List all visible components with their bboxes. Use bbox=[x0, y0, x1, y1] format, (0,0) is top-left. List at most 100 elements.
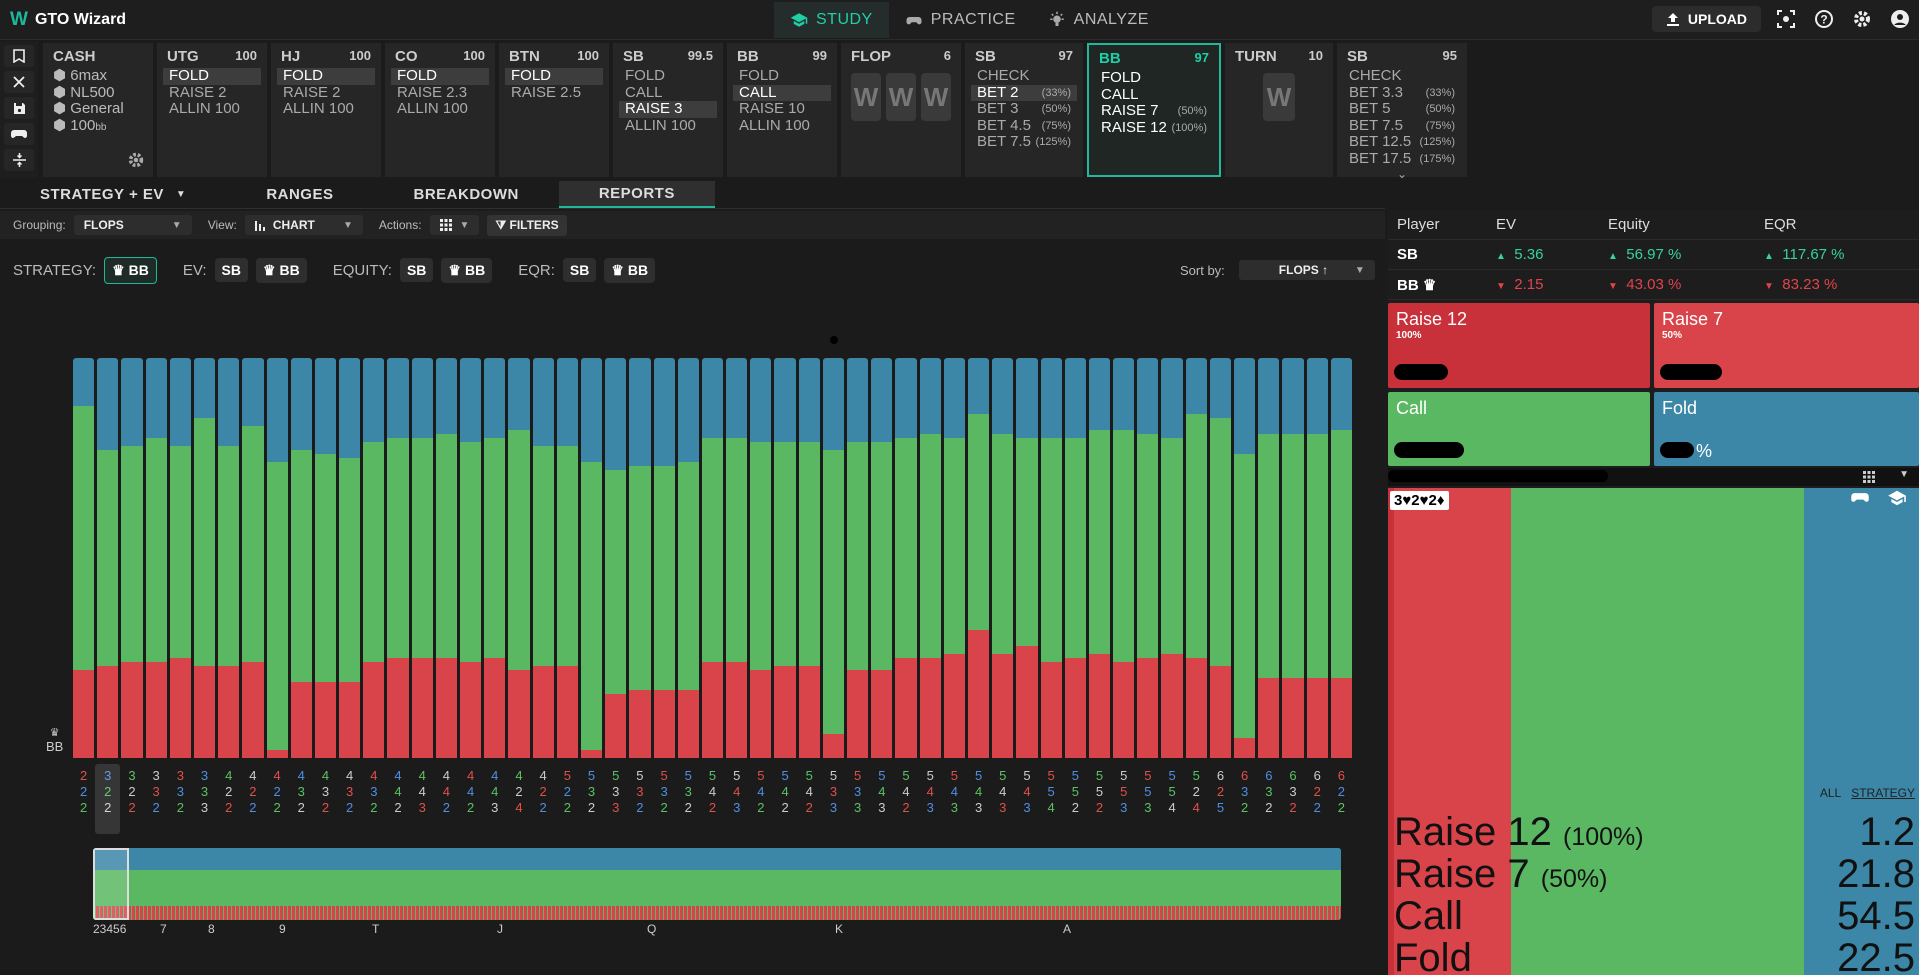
bar-fold[interactable] bbox=[1306, 358, 1328, 434]
bar-fold[interactable] bbox=[750, 358, 772, 442]
tab-strategy-ev[interactable]: STRATEGY + EV ▼ bbox=[0, 181, 226, 208]
action-option[interactable]: CALL bbox=[623, 84, 713, 102]
bar-fold[interactable] bbox=[1209, 358, 1232, 418]
tab-practice[interactable]: PRACTICE bbox=[889, 2, 1032, 38]
bar-call[interactable] bbox=[919, 434, 941, 658]
bar-fold[interactable] bbox=[1064, 358, 1086, 438]
bb-flop-node[interactable]: BB 97 FOLD CALL RAISE 7 (50%) RAISE 12 (100%) bbox=[1087, 43, 1221, 177]
sb-flop-node[interactable]: SB 97 CHECK BET 2 (33%) BET 3 (50%) BET 4.5 (75%… bbox=[965, 43, 1083, 177]
turn-node[interactable]: TURN 10 W bbox=[1225, 43, 1333, 177]
bar-call[interactable] bbox=[629, 466, 651, 690]
bar-raise[interactable] bbox=[1282, 678, 1304, 758]
bar-call[interactable] bbox=[1330, 430, 1352, 678]
action-option[interactable]: BET 7.5 (75%) bbox=[1347, 117, 1457, 135]
action-option[interactable]: ALLIN 100 bbox=[737, 117, 827, 135]
bar-fold[interactable] bbox=[508, 358, 530, 430]
bar-call[interactable] bbox=[580, 462, 603, 750]
bar-fold[interactable] bbox=[967, 358, 990, 414]
bar-fold[interactable] bbox=[1113, 358, 1135, 430]
minimap-rank-label[interactable]: 9 bbox=[279, 922, 286, 936]
bar-raise[interactable] bbox=[750, 670, 772, 758]
bar-raise[interactable] bbox=[943, 654, 965, 758]
bar-call[interactable] bbox=[871, 442, 893, 670]
bar-fold[interactable] bbox=[919, 358, 941, 434]
bar-fold[interactable] bbox=[484, 358, 506, 438]
bookmark-icon[interactable] bbox=[4, 45, 34, 67]
bar-call[interactable] bbox=[750, 442, 772, 670]
bar-raise[interactable] bbox=[411, 658, 433, 758]
bar-fold[interactable] bbox=[411, 358, 433, 438]
flop-card-3[interactable]: W bbox=[921, 73, 951, 121]
node-sb[interactable]: SB 99.5 FOLD CALL RAISE 3 ALLIN 100 bbox=[613, 43, 723, 177]
bar-fold[interactable] bbox=[580, 358, 603, 462]
flop-card-1[interactable]: W bbox=[851, 73, 881, 121]
bar-call[interactable] bbox=[1209, 418, 1232, 666]
bar-fold[interactable] bbox=[798, 358, 820, 442]
bar-raise[interactable] bbox=[847, 670, 869, 758]
action-option[interactable]: ALLIN 100 bbox=[395, 100, 485, 118]
bar-raise[interactable] bbox=[73, 670, 95, 758]
action-option[interactable]: FOLD bbox=[737, 67, 827, 85]
close-icon[interactable] bbox=[4, 71, 34, 93]
bar-fold[interactable] bbox=[822, 358, 845, 450]
account-icon[interactable] bbox=[1887, 6, 1913, 32]
minimap-rank-label[interactable]: 7 bbox=[160, 922, 167, 936]
action-option[interactable]: RAISE 2 bbox=[281, 84, 371, 102]
bar-raise[interactable] bbox=[266, 750, 288, 758]
bar-raise[interactable] bbox=[169, 658, 191, 758]
flops-minimap[interactable] bbox=[93, 848, 1341, 920]
bar-raise[interactable] bbox=[145, 662, 167, 758]
action-option[interactable]: ALLIN 100 bbox=[167, 100, 257, 118]
bar-fold[interactable] bbox=[1088, 358, 1111, 430]
bar-raise[interactable] bbox=[1113, 662, 1135, 758]
action-option[interactable]: BET 3 (50%) bbox=[975, 100, 1073, 118]
bar-raise[interactable] bbox=[532, 666, 554, 758]
bar-raise[interactable] bbox=[1234, 738, 1256, 758]
bar-call[interactable] bbox=[1306, 434, 1328, 678]
grouping-select[interactable]: FLOPS ▼ bbox=[73, 215, 192, 235]
action-box-fold[interactable]: Fold % bbox=[1654, 392, 1919, 466]
bar-raise[interactable] bbox=[1088, 654, 1111, 758]
save-icon[interactable] bbox=[4, 97, 34, 119]
bar-raise[interactable] bbox=[992, 654, 1014, 758]
bar-fold[interactable] bbox=[1185, 358, 1207, 414]
bar-call[interactable] bbox=[290, 450, 312, 682]
action-box-raise-12[interactable]: Raise 12 100% bbox=[1388, 303, 1650, 388]
bar-fold[interactable] bbox=[943, 358, 965, 438]
equity-bb-toggle[interactable]: ♛ BB bbox=[441, 257, 493, 283]
bar-raise[interactable] bbox=[871, 670, 893, 758]
tab-analyze[interactable]: ANALYZE bbox=[1032, 2, 1165, 38]
bar-call[interactable] bbox=[1234, 454, 1256, 738]
gamepad-icon[interactable] bbox=[4, 123, 34, 145]
bar-fold[interactable] bbox=[629, 358, 651, 466]
bar-raise[interactable] bbox=[774, 666, 796, 758]
bar-raise[interactable] bbox=[798, 666, 820, 758]
bar-fold[interactable] bbox=[218, 358, 240, 446]
minimap-rank-label[interactable]: 23456 bbox=[93, 922, 126, 936]
bar-fold[interactable] bbox=[556, 358, 578, 446]
minimap-rank-label[interactable]: 8 bbox=[208, 922, 215, 936]
bar-call[interactable] bbox=[992, 434, 1014, 654]
bar-call[interactable] bbox=[73, 406, 95, 670]
bar-call[interactable] bbox=[653, 466, 675, 690]
bar-call[interactable] bbox=[242, 426, 264, 662]
bar-call[interactable] bbox=[1016, 438, 1038, 646]
node-btn[interactable]: BTN 100 FOLD RAISE 2.5 bbox=[499, 43, 609, 177]
screenshot-icon[interactable] bbox=[1773, 6, 1799, 32]
action-option[interactable]: FOLD bbox=[1099, 69, 1209, 87]
bar-call[interactable] bbox=[266, 462, 288, 750]
bar-fold[interactable] bbox=[653, 358, 675, 466]
compress-icon[interactable] bbox=[4, 149, 34, 171]
action-option[interactable]: BET 12.5 (125%) bbox=[1347, 133, 1457, 151]
game-info-node[interactable]: CASH ⬢ 6max ⬢ NL500 ⬢ General ⬢ 100bb bbox=[43, 43, 153, 177]
bar-call[interactable] bbox=[1040, 438, 1062, 662]
bar-fold[interactable] bbox=[677, 358, 699, 462]
bar-call[interactable] bbox=[460, 442, 482, 662]
minimap-rank-label[interactable]: A bbox=[1063, 922, 1071, 936]
eqr-sb-toggle[interactable]: SB bbox=[562, 258, 597, 282]
bar-fold[interactable] bbox=[1137, 358, 1159, 434]
bar-call[interactable] bbox=[97, 450, 119, 666]
bar-call[interactable] bbox=[895, 438, 917, 658]
bar-raise[interactable] bbox=[435, 658, 458, 758]
bar-raise[interactable] bbox=[580, 750, 603, 758]
